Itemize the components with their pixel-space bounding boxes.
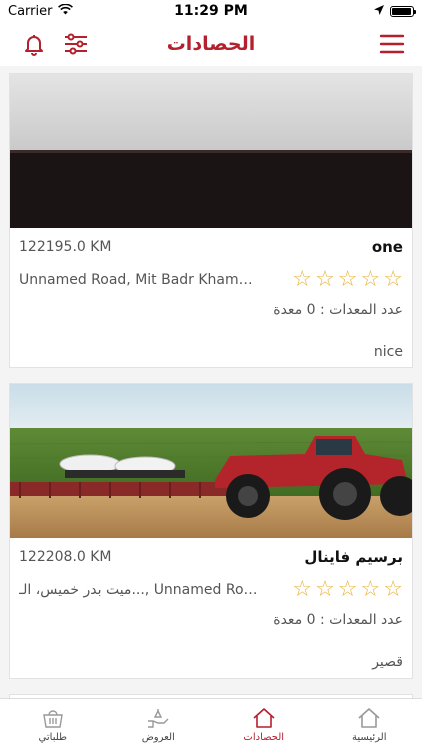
address-label: Unnamed Road, Mit Badr Khamees, Al Manso… bbox=[19, 272, 259, 288]
description-label: nice bbox=[373, 344, 403, 360]
card-address-row: ميت بدر خميس، الـ..., Unnamed Road ☆ ☆ ☆… bbox=[19, 577, 403, 603]
tab-label: الحصادات bbox=[243, 732, 285, 743]
distance-label: 122195.0 KM bbox=[19, 239, 112, 255]
card-address-row: Unnamed Road, Mit Badr Khamees, Al Manso… bbox=[19, 267, 403, 293]
star-icon: ☆ bbox=[383, 267, 403, 292]
card-header-row: 122195.0 KM one bbox=[19, 237, 403, 257]
description-label: قصير bbox=[372, 654, 403, 670]
card-header-row: 122208.0 KM برسيم فاينال bbox=[19, 547, 403, 567]
rating-stars: ☆ ☆ ☆ ☆ ☆ bbox=[292, 269, 403, 291]
distance-label: 122208.0 KM bbox=[19, 549, 112, 565]
card-equipment-row: عدد المعدات : 0 معدة bbox=[19, 299, 403, 321]
rating-stars: ☆ ☆ ☆ ☆ ☆ bbox=[292, 579, 403, 601]
battery-icon bbox=[390, 5, 416, 17]
card-equipment-row: عدد المعدات : 0 معدة bbox=[19, 609, 403, 631]
card-description-row: قصير bbox=[19, 652, 403, 672]
harvester-card[interactable]: 122195.0 KM one Unnamed Road, Mit Badr K… bbox=[9, 73, 413, 368]
nav-left-actions bbox=[20, 30, 90, 58]
menu-hamburger-icon[interactable] bbox=[378, 30, 406, 58]
harvester-name: برسيم فاينال bbox=[304, 548, 403, 566]
card-description-row: nice bbox=[19, 342, 403, 362]
tab-label: الرئيسية bbox=[352, 732, 387, 743]
harvester-home-icon bbox=[251, 706, 277, 730]
equipment-count: عدد المعدات : 0 معدة bbox=[273, 612, 403, 628]
equipment-count: عدد المعدات : 0 معدة bbox=[273, 302, 403, 318]
harvester-photo bbox=[10, 384, 412, 538]
status-left: Carrier bbox=[8, 3, 74, 19]
star-icon: ☆ bbox=[360, 577, 381, 602]
tab-label: العروض bbox=[141, 732, 175, 743]
harvester-photo bbox=[10, 74, 412, 228]
status-bar: Carrier 11:29 PM bbox=[0, 0, 422, 22]
basket-icon bbox=[40, 706, 66, 730]
carrier-label: Carrier bbox=[8, 3, 53, 19]
home-icon bbox=[356, 706, 382, 730]
star-icon: ☆ bbox=[292, 577, 313, 602]
tab-my-orders[interactable]: طلباتي bbox=[0, 699, 106, 750]
star-icon: ☆ bbox=[337, 577, 358, 602]
nav-bar: الحصادات bbox=[0, 22, 422, 66]
harvesters-list[interactable]: 122195.0 KM one Unnamed Road, Mit Badr K… bbox=[0, 66, 422, 698]
star-icon: ☆ bbox=[360, 267, 381, 292]
tab-harvesters[interactable]: الحصادات bbox=[211, 699, 317, 750]
status-right bbox=[374, 4, 416, 19]
star-icon: ☆ bbox=[383, 577, 403, 602]
address-label: ميت بدر خميس، الـ..., Unnamed Road bbox=[19, 582, 259, 598]
bottom-tab-bar: الرئيسية الحصادات العروض طلباتي bbox=[0, 698, 422, 750]
harvester-name: one bbox=[371, 238, 403, 256]
star-icon: ☆ bbox=[292, 267, 313, 292]
filter-sliders-icon[interactable] bbox=[62, 30, 90, 58]
tab-label: طلباتي bbox=[38, 732, 67, 743]
tab-offers[interactable]: العروض bbox=[106, 699, 212, 750]
notifications-bell-icon[interactable] bbox=[20, 30, 48, 58]
offers-hand-icon bbox=[145, 706, 171, 730]
tab-home[interactable]: الرئيسية bbox=[317, 699, 422, 750]
wifi-icon bbox=[58, 3, 74, 19]
star-icon: ☆ bbox=[315, 267, 335, 292]
location-arrow-icon bbox=[374, 4, 384, 19]
star-icon: ☆ bbox=[315, 577, 335, 602]
star-icon: ☆ bbox=[337, 267, 358, 292]
harvester-card[interactable]: 122208.0 KM برسيم فاينال ميت بدر خميس، ا… bbox=[9, 383, 413, 679]
battery-fill bbox=[392, 7, 411, 15]
